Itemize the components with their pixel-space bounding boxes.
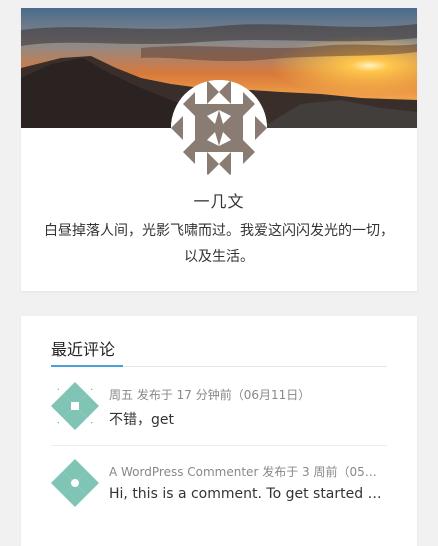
commenter-avatar[interactable] [51,382,99,430]
title-accent-bar [51,365,123,367]
comment-meta: 周五 发布于 17 分钟前（06月11日） [109,388,311,402]
comment-item[interactable]: 周五 发布于 17 分钟前（06月11日） 不错，get [51,382,387,442]
author-name[interactable]: 一几文 [21,188,417,212]
comment-excerpt-link[interactable]: 不错，get [109,409,387,429]
author-bio: 白昼掉落人间，光影飞啸而过。我爱这闪闪发光的一切，以及生活。 [44,223,394,265]
identicon-avatar-icon [51,459,99,507]
commenter-avatar[interactable] [51,459,99,507]
identicon-avatar-icon [171,80,267,176]
comment-item[interactable]: A WordPress Commenter 发布于 3 周前（05月11日） H… [51,459,387,519]
comment-excerpt-link[interactable]: Hi, this is a comment. To get started wi… [109,486,387,502]
widget-title: 最近评论 [51,340,116,359]
author-avatar[interactable] [171,80,267,176]
recent-comments-widget: 最近评论 周五 发布于 17 分钟前（06月11日） 不错，get A Word… [21,316,417,546]
comment-divider [51,445,387,446]
comment-meta: A WordPress Commenter 发布于 3 周前（05月11日） [109,465,387,479]
identicon-avatar-icon [51,382,99,430]
author-profile-card: 一几文 白昼掉落人间，光影飞啸而过。我爱这闪闪发光的一切，以及生活。 [21,8,417,291]
